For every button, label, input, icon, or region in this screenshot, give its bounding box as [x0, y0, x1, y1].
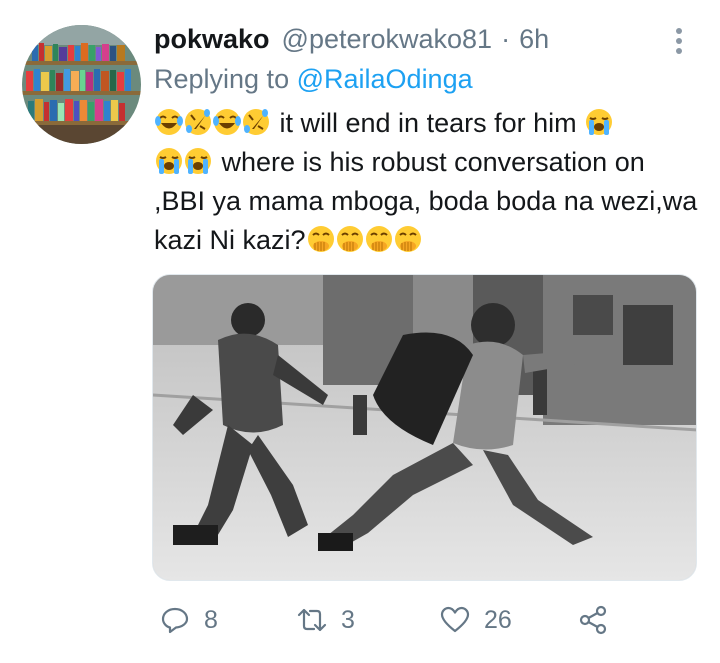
share-icon	[579, 605, 607, 635]
retweet-button[interactable]: 3	[297, 598, 355, 642]
replying-prefix: Replying to	[154, 64, 290, 94]
tears-of-joy-emoji-icon	[212, 108, 242, 136]
more-options-icon[interactable]	[668, 26, 690, 56]
hand-over-mouth-emoji-icon	[393, 225, 422, 253]
rolling-on-floor-laughing-emoji-icon	[184, 108, 212, 136]
tweet-actions: 8 3 26	[0, 598, 720, 642]
display-name[interactable]: pokwako	[154, 24, 270, 55]
user-handle[interactable]: @peterokwako81	[282, 24, 493, 55]
separator-dot: ·	[501, 24, 511, 54]
hand-over-mouth-emoji-icon	[306, 225, 335, 253]
like-button[interactable]: 26	[440, 598, 512, 642]
tweet-media-image[interactable]	[152, 274, 697, 581]
hand-over-mouth-emoji-icon	[364, 225, 393, 253]
retweet-icon	[297, 608, 327, 632]
replying-to: Replying to @RailaOdinga	[154, 64, 473, 95]
tears-of-joy-emoji-icon	[154, 108, 184, 136]
share-button[interactable]	[578, 598, 608, 642]
tweet-text: it will end in tears for him where is hi…	[154, 104, 702, 260]
tweet-text-line2: where is his robust conversation on ,BBI…	[154, 147, 698, 255]
loudly-crying-emoji-icon	[585, 108, 614, 136]
avatar-bookshelf-image	[22, 25, 141, 144]
tweet-header: pokwako @peterokwako81 · 6h	[154, 24, 549, 60]
tweet-text-line1: it will end in tears for him	[272, 108, 585, 138]
reply-icon	[161, 607, 189, 634]
like-count: 26	[484, 605, 512, 634]
timestamp[interactable]: 6h	[519, 24, 549, 55]
retweet-count: 3	[341, 605, 355, 634]
street-chase-photo	[153, 275, 696, 580]
mention-link[interactable]: @RailaOdinga	[297, 64, 473, 94]
loudly-crying-emoji-icon	[184, 147, 212, 175]
heart-icon	[440, 606, 470, 633]
avatar[interactable]	[22, 25, 141, 144]
rolling-on-floor-laughing-emoji-icon	[242, 108, 270, 136]
reply-count: 8	[204, 605, 218, 634]
reply-button[interactable]: 8	[160, 598, 218, 642]
loudly-crying-emoji-icon	[155, 147, 183, 175]
hand-over-mouth-emoji-icon	[335, 225, 364, 253]
